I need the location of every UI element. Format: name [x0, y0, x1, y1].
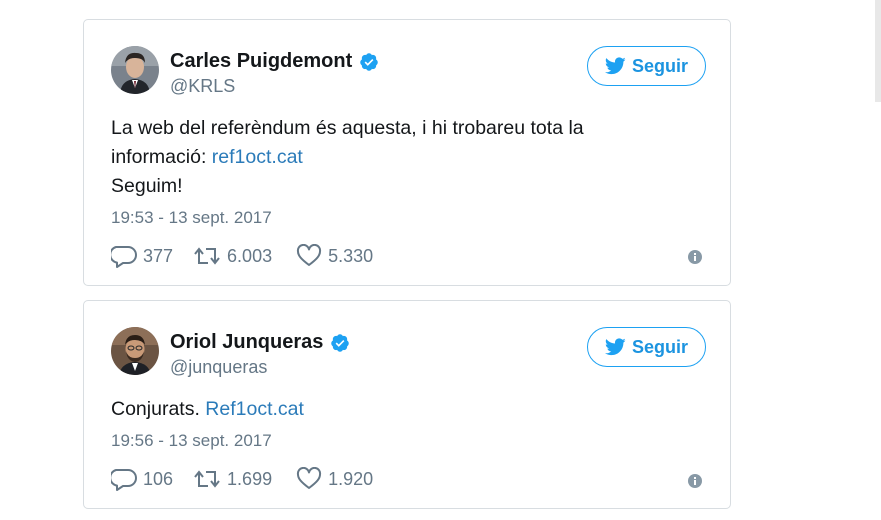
info-icon[interactable] [688, 474, 702, 488]
tweet-text-prefix: informació: [111, 146, 212, 168]
retweet-button[interactable]: 6.003 [193, 244, 272, 268]
tweet-text: Conjurats. Ref1oct.cat [111, 395, 304, 424]
retweet-count: 1.699 [227, 468, 273, 489]
tweet-link[interactable]: Ref1oct.cat [205, 398, 304, 420]
follow-label: Seguir [631, 336, 688, 357]
like-button[interactable]: 5.330 [296, 244, 373, 268]
page: Carles Puigdemont @KRLS Seguir La web de… [0, 0, 881, 520]
retweet-icon [193, 244, 221, 268]
like-count: 1.920 [328, 468, 374, 489]
twitter-bird-icon [604, 338, 626, 356]
like-button[interactable]: 1.920 [296, 467, 373, 491]
verified-badge-icon [330, 333, 350, 353]
tweet-text: La web del referèndum és aquesta, i hi t… [111, 114, 584, 201]
retweet-button[interactable]: 1.699 [193, 467, 272, 491]
follow-label: Seguir [631, 55, 688, 76]
author-name[interactable]: Oriol Junqueras [170, 331, 323, 354]
retweet-icon [193, 467, 221, 491]
avatar[interactable] [111, 46, 159, 94]
tweet-link[interactable]: ref1oct.cat [212, 146, 303, 168]
tweet-text-line: Conjurats. Ref1oct.cat [111, 395, 304, 424]
twitter-bird-icon [604, 57, 626, 75]
reply-icon [111, 467, 137, 491]
author-handle[interactable]: @junqueras [170, 357, 267, 378]
retweet-count: 6.003 [227, 245, 273, 266]
reply-count: 106 [143, 468, 174, 489]
tweet-card[interactable]: Carles Puigdemont @KRLS Seguir La web de… [83, 19, 731, 286]
author-name[interactable]: Carles Puigdemont [170, 50, 352, 73]
reply-count: 377 [143, 245, 174, 266]
tweet-timestamp[interactable]: 19:53 - 13 sept. 2017 [111, 208, 272, 228]
scrollbar-thumb[interactable] [875, 0, 881, 102]
follow-button[interactable]: Seguir [587, 46, 706, 86]
like-count: 5.330 [328, 245, 374, 266]
follow-button[interactable]: Seguir [587, 327, 706, 367]
reply-button[interactable]: 377 [111, 244, 173, 268]
reply-button[interactable]: 106 [111, 467, 173, 491]
heart-icon [296, 244, 322, 268]
tweet-text-prefix: Conjurats. [111, 398, 206, 420]
tweet-actions: 106 1.699 1.920 [111, 467, 373, 491]
author-handle[interactable]: @KRLS [170, 76, 235, 97]
tweet-actions: 377 6.003 5.330 [111, 244, 373, 268]
verified-badge-icon [359, 52, 379, 72]
info-icon[interactable] [688, 250, 702, 264]
tweet-text-line: informació: ref1oct.cat [111, 143, 584, 172]
tweet-card[interactable]: Oriol Junqueras @junqueras Seguir Conjur… [83, 300, 731, 509]
tweet-timestamp[interactable]: 19:56 - 13 sept. 2017 [111, 431, 272, 451]
reply-icon [111, 244, 137, 268]
tweet-text-line: Seguim! [111, 175, 183, 197]
tweet-text-line: La web del referèndum és aquesta, i hi t… [111, 117, 584, 139]
heart-icon [296, 467, 322, 491]
avatar[interactable] [111, 327, 159, 375]
